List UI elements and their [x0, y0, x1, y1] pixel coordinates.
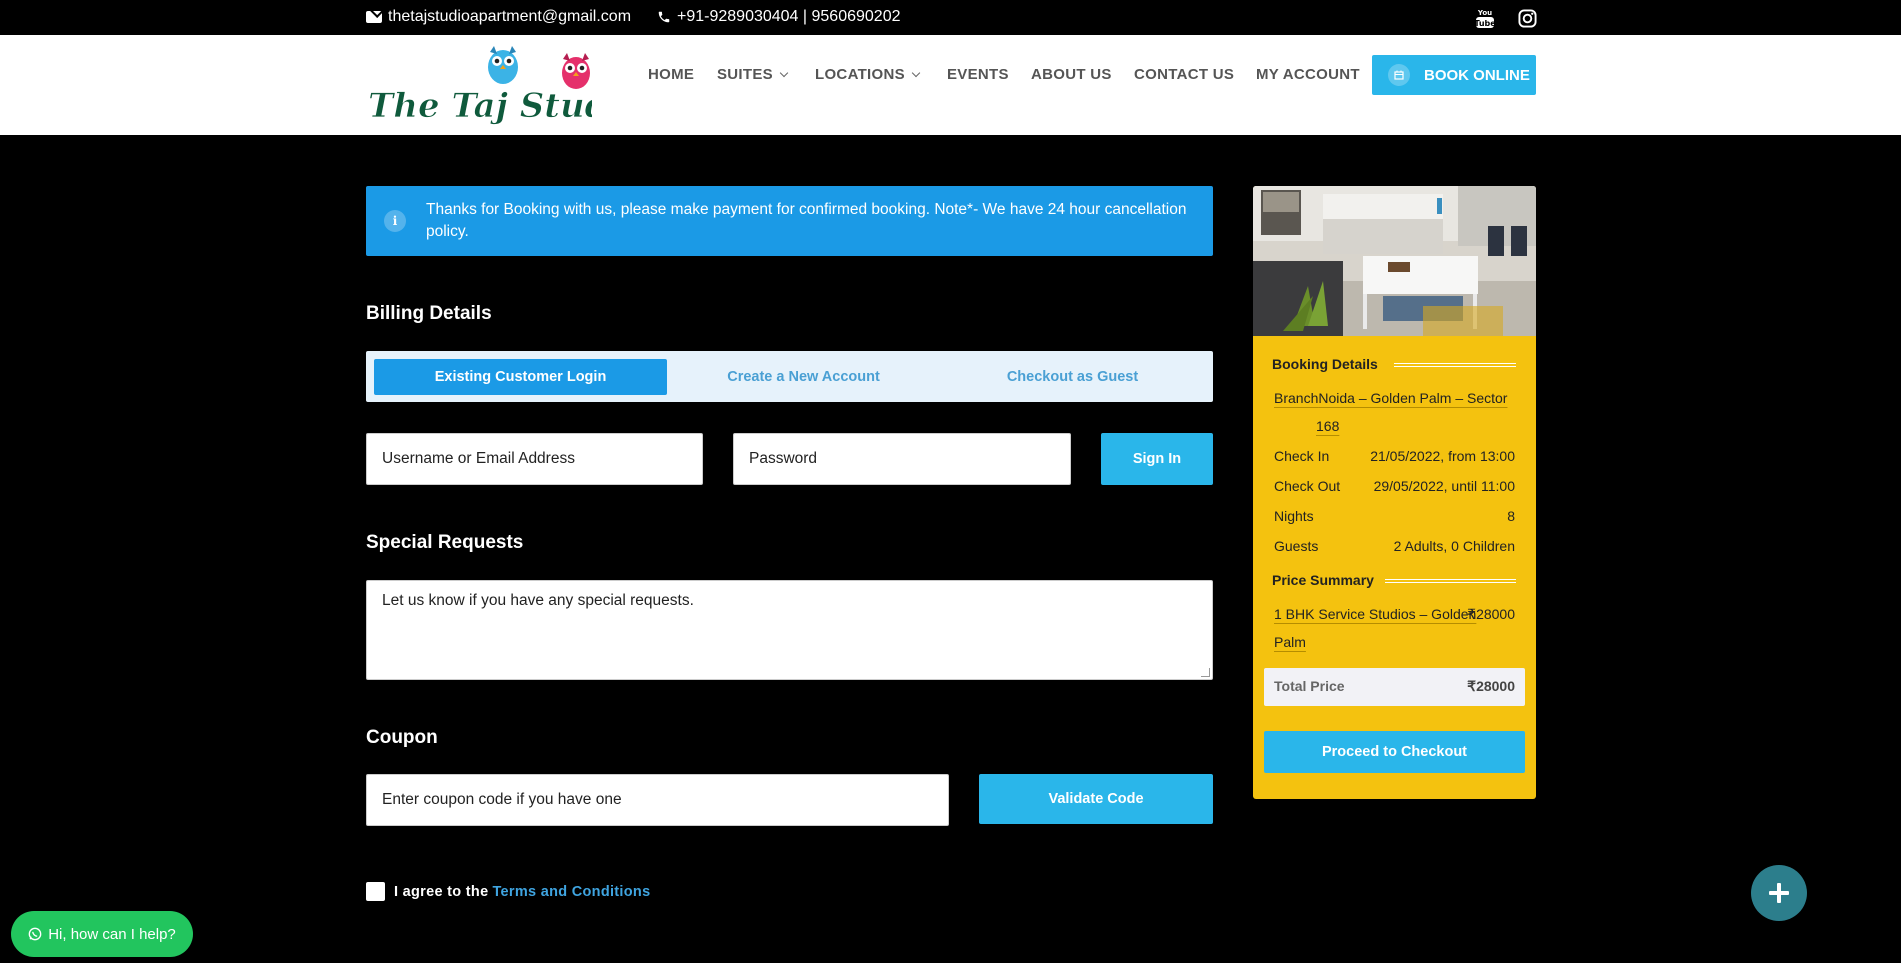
- divider: [1385, 579, 1516, 583]
- book-online-button[interactable]: BOOK ONLINE: [1372, 55, 1536, 95]
- price-item-value: ₹28000: [1467, 606, 1515, 622]
- svg-text:Tube: Tube: [1475, 19, 1495, 28]
- branch-value: Noida – Golden Palm – Sector: [1318, 390, 1508, 406]
- branch-label[interactable]: BranchNoida – Golden Palm – Sector: [1274, 390, 1507, 406]
- tab-checkout-guest[interactable]: Checkout as Guest: [940, 359, 1205, 395]
- nav-my-account[interactable]: MY ACCOUNT: [1256, 66, 1360, 83]
- price-summary-title: Price Summary: [1272, 572, 1374, 588]
- contact-email[interactable]: thetajstudioapartment@gmail.com: [366, 8, 631, 26]
- top-bar: thetajstudioapartment@gmail.com +91-9289…: [0, 0, 1901, 35]
- nav-contact[interactable]: CONTACT US: [1134, 66, 1234, 83]
- instagram-icon[interactable]: [1516, 7, 1538, 29]
- book-online-label: BOOK ONLINE: [1424, 66, 1530, 84]
- svg-text:The Taj Studios: The Taj Studios: [368, 86, 592, 126]
- terms-prefix: I agree to the: [394, 883, 489, 900]
- special-requests-placeholder: Let us know if you have any special requ…: [382, 592, 694, 609]
- check-in-label: Check In: [1274, 448, 1330, 464]
- check-out-value: 29/05/2022, until 11:00: [1373, 478, 1515, 494]
- whatsapp-chat-button[interactable]: Hi, how can I help?: [11, 911, 193, 957]
- nav-locations[interactable]: LOCATIONS: [815, 66, 921, 83]
- tab-create-account[interactable]: Create a New Account: [667, 359, 940, 395]
- price-item-name[interactable]: 1 BHK Service Studios – Golden: [1274, 606, 1476, 622]
- nav-locations-label: LOCATIONS: [815, 66, 905, 83]
- validate-code-button[interactable]: Validate Code: [979, 774, 1213, 824]
- booking-details-title: Booking Details: [1272, 356, 1378, 372]
- nav-home[interactable]: HOME: [648, 66, 694, 83]
- site-header: The Taj Studios HOME SUITES LOCATIONS EV…: [0, 35, 1901, 135]
- nav-suites[interactable]: SUITES: [717, 66, 789, 83]
- youtube-icon[interactable]: You Tube: [1474, 7, 1496, 29]
- terms-agreement: I agree to the Terms and Conditions: [366, 882, 650, 901]
- info-icon: i: [384, 210, 406, 232]
- nav-about[interactable]: ABOUT US: [1031, 66, 1112, 83]
- envelope-icon: [366, 11, 382, 23]
- terms-link[interactable]: Terms and Conditions: [492, 884, 650, 900]
- nav-events[interactable]: EVENTS: [947, 66, 1009, 83]
- divider: [1394, 363, 1516, 367]
- total-price-box: Total Price ₹28000: [1264, 668, 1525, 706]
- owl-blue-icon: [488, 46, 518, 84]
- tab-existing-customer-login[interactable]: Existing Customer Login: [374, 359, 667, 395]
- special-requests-textarea[interactable]: Let us know if you have any special requ…: [366, 580, 1213, 680]
- owl-pink-icon: [562, 53, 590, 89]
- sign-in-button[interactable]: Sign In: [1101, 433, 1213, 485]
- special-requests-title: Special Requests: [366, 532, 524, 553]
- plus-icon: [1769, 883, 1789, 903]
- branch-label-text: Branch: [1274, 390, 1319, 406]
- calendar-icon: [1388, 64, 1410, 86]
- username-input[interactable]: Username or Email Address: [366, 433, 703, 485]
- terms-checkbox[interactable]: [366, 882, 385, 901]
- booking-sidebar: Booking Details BranchNoida – Golden Pal…: [1253, 186, 1536, 799]
- nights-label: Nights: [1274, 508, 1314, 524]
- check-out-label: Check Out: [1274, 478, 1341, 494]
- nav-suites-label: SUITES: [717, 66, 773, 83]
- email-text: thetajstudioapartment@gmail.com: [388, 8, 632, 25]
- svg-text:You: You: [1477, 9, 1492, 17]
- whatsapp-icon: [28, 927, 42, 941]
- phone-icon: [658, 11, 670, 23]
- coupon-title: Coupon: [366, 727, 438, 748]
- contact-phone[interactable]: +91-9289030404 | 9560690202: [657, 8, 900, 26]
- total-price-value: ₹28000: [1467, 678, 1515, 694]
- booking-notice: i Thanks for Booking with us, please mak…: [366, 186, 1213, 256]
- guests-value: 2 Adults, 0 Children: [1393, 538, 1515, 554]
- suite-photo: [1253, 186, 1536, 336]
- password-input[interactable]: Password: [733, 433, 1071, 485]
- nights-value: 8: [1507, 508, 1515, 524]
- branch-value-cont[interactable]: 168: [1316, 418, 1339, 434]
- billing-title: Billing Details: [366, 303, 492, 324]
- resize-handle-icon[interactable]: [1201, 668, 1210, 677]
- notice-text: Thanks for Booking with us, please make …: [426, 201, 1187, 240]
- total-price-label: Total Price: [1274, 678, 1345, 694]
- chevron-down-icon: [779, 68, 789, 77]
- price-item-name-cont[interactable]: Palm: [1274, 634, 1306, 650]
- chevron-down-icon: [911, 68, 921, 77]
- coupon-input[interactable]: Enter coupon code if you have one: [366, 774, 949, 826]
- phone-text: +91-9289030404 | 9560690202: [677, 8, 901, 25]
- proceed-to-checkout-button[interactable]: Proceed to Checkout: [1264, 731, 1525, 773]
- site-logo[interactable]: The Taj Studios: [366, 45, 664, 127]
- chat-label: Hi, how can I help?: [48, 925, 176, 943]
- check-in-value: 21/05/2022, from 13:00: [1370, 448, 1515, 464]
- account-tabs: Existing Customer Login Create a New Acc…: [366, 351, 1213, 402]
- guests-label: Guests: [1274, 538, 1319, 554]
- floating-add-button[interactable]: [1751, 865, 1807, 921]
